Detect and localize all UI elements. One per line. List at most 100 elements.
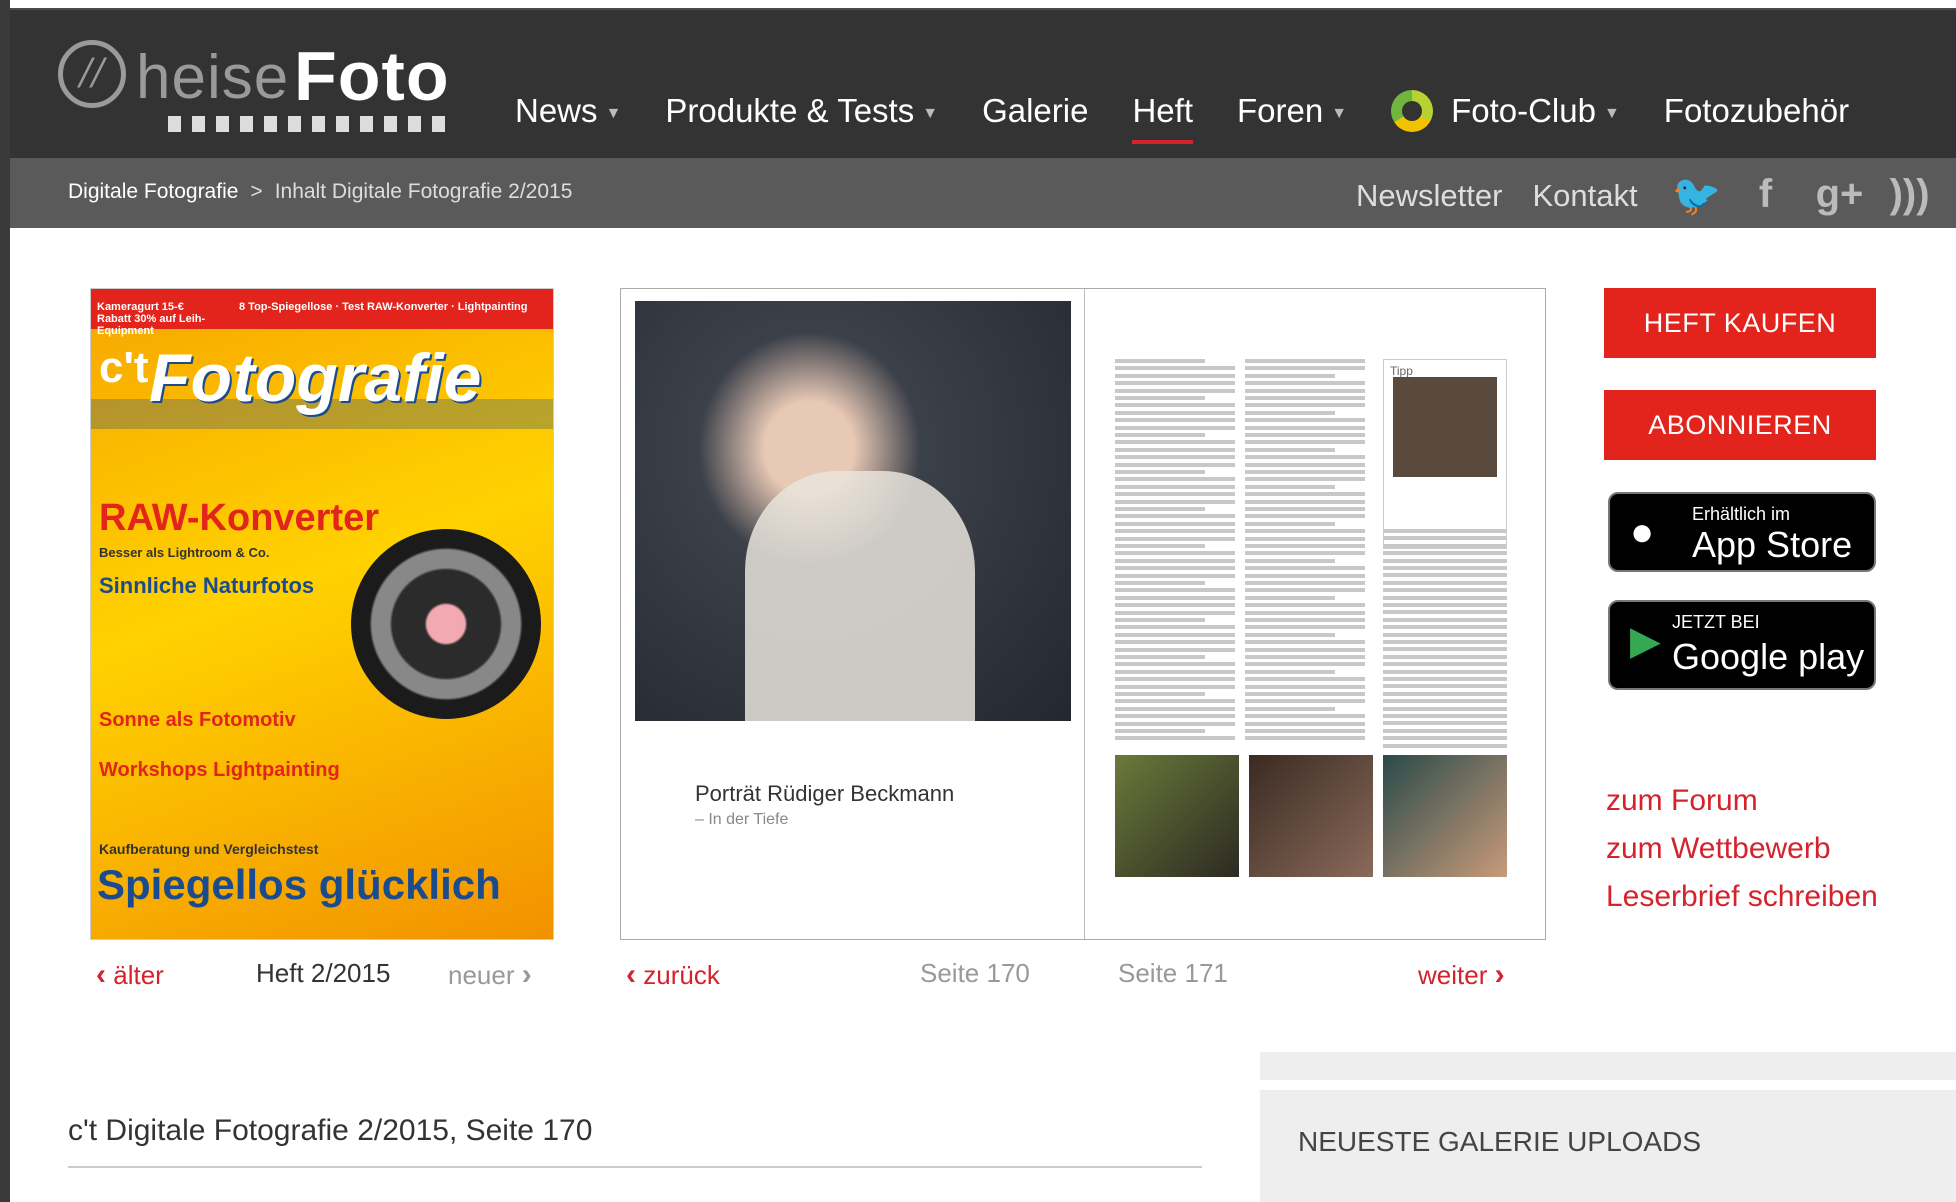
- nav-news[interactable]: News ▼: [515, 92, 621, 130]
- text-line: [1245, 470, 1365, 474]
- text-line: [1115, 425, 1235, 430]
- text-line: [1115, 573, 1235, 578]
- film-strip-icon: [168, 116, 498, 132]
- text-line: [1383, 588, 1507, 593]
- text-line: [1245, 721, 1365, 726]
- text-line: [1115, 484, 1235, 489]
- gplay-big-text: Google play: [1672, 636, 1865, 677]
- article-title: Porträt Rüdiger Beckmann: [695, 781, 955, 806]
- spread-divider: [1084, 289, 1085, 939]
- contest-link[interactable]: zum Wettbewerb: [1606, 832, 1878, 866]
- gallery-top-strip: [1260, 1052, 1956, 1080]
- text-line: [1115, 655, 1205, 659]
- app-store-badge[interactable]: ● Erhältlich im App Store: [1608, 492, 1876, 572]
- nav-produkte-tests[interactable]: Produkte & Tests ▼: [665, 92, 938, 130]
- text-line: [1115, 721, 1235, 726]
- nav-foren[interactable]: Foren ▼: [1237, 92, 1347, 130]
- chevron-left-icon: ‹: [626, 958, 636, 991]
- rss-icon[interactable]: ))): [1888, 172, 1932, 219]
- nav-galerie[interactable]: Galerie: [982, 92, 1088, 130]
- nav-foren-label: Foren: [1237, 92, 1324, 129]
- text-line: [1115, 470, 1205, 474]
- text-line: [1115, 706, 1235, 711]
- nav-foto-club[interactable]: Foto-Club ▼: [1391, 90, 1620, 132]
- sub-links: Newsletter Kontakt 🐦 f g+ ))): [1356, 172, 1932, 219]
- google-play-badge[interactable]: ▶ JETZT BEI Google play: [1608, 600, 1876, 690]
- nav-heft[interactable]: Heft: [1132, 92, 1193, 144]
- magazine-cover[interactable]: Kameragurt 15-€ Rabatt 30% auf Leih-Equi…: [90, 288, 554, 940]
- text-line: [1115, 507, 1205, 511]
- prev-page-link[interactable]: ‹ zurück: [626, 958, 720, 992]
- text-line: [1245, 529, 1365, 534]
- text-line: [1115, 373, 1235, 378]
- text-line: [1245, 433, 1365, 437]
- subscribe-button[interactable]: ABONNIEREN: [1604, 390, 1876, 460]
- text-line: [1115, 640, 1235, 645]
- nav-produkte-label: Produkte & Tests: [665, 92, 915, 129]
- heise-logo-icon: //: [58, 40, 126, 108]
- older-issue-link[interactable]: ‹ älter: [96, 958, 164, 992]
- cover-banner-left: Kameragurt 15-€ Rabatt 30% auf Leih-Equi…: [97, 301, 206, 337]
- magazine-spread[interactable]: Porträt Rüdiger Beckmann – In der Tiefe …: [620, 288, 1546, 940]
- text-line: [1115, 440, 1235, 445]
- nav-foto-club-label: Foto-Club: [1451, 92, 1596, 129]
- text-line: [1383, 625, 1507, 630]
- text-line: [1245, 425, 1365, 430]
- buy-issue-button[interactable]: HEFT KAUFEN: [1604, 288, 1876, 358]
- next-page-link[interactable]: weiter ›: [1418, 958, 1505, 992]
- text-line: [1383, 677, 1507, 681]
- text-line: [1245, 640, 1365, 645]
- text-line: [1383, 662, 1507, 667]
- text-line: [1115, 403, 1235, 408]
- cover-brand: c't: [99, 343, 149, 392]
- tipp-photo: [1393, 377, 1497, 477]
- text-line: [1115, 396, 1205, 400]
- text-line: [1115, 588, 1235, 593]
- text-line: [1245, 566, 1365, 571]
- text-line: [1245, 514, 1365, 519]
- caret-down-icon: ▼: [922, 105, 939, 122]
- social-links: 🐦 f g+ ))): [1672, 172, 1932, 219]
- text-line: [1115, 595, 1235, 600]
- text-line: [1245, 581, 1365, 585]
- breadcrumb-root[interactable]: Digitale Fotografie: [68, 180, 238, 204]
- text-line: [1245, 655, 1365, 659]
- nav-news-label: News: [515, 92, 598, 129]
- newsletter-link[interactable]: Newsletter: [1356, 178, 1502, 214]
- text-line: [1245, 477, 1365, 482]
- thumb-photo-2: [1249, 755, 1373, 877]
- next-page-label: weiter: [1418, 960, 1488, 990]
- kontakt-link[interactable]: Kontakt: [1532, 178, 1637, 214]
- page-heading: c't Digitale Fotografie 2/2015, Seite 17…: [68, 1114, 593, 1147]
- text-line: [1245, 388, 1365, 393]
- thumb-photo-1: [1115, 755, 1239, 877]
- text-line: [1115, 433, 1205, 437]
- letter-link[interactable]: Leserbrief schreiben: [1606, 880, 1878, 914]
- text-line: [1115, 544, 1205, 548]
- text-line: [1115, 692, 1205, 696]
- google-plus-icon[interactable]: g+: [1816, 172, 1864, 219]
- text-line: [1245, 455, 1365, 460]
- text-line: [1245, 440, 1365, 445]
- text-line: [1383, 551, 1507, 556]
- logo-heise-text: heise: [136, 43, 290, 112]
- text-line: [1115, 677, 1235, 682]
- main-nav: News ▼ Produkte & Tests ▼ Galerie Heft F…: [515, 90, 1849, 144]
- site-logo[interactable]: // heise Foto: [58, 36, 458, 136]
- facebook-icon[interactable]: f: [1744, 172, 1788, 219]
- chevron-left-icon: ‹: [96, 958, 106, 991]
- nav-fotozubehoer-label: Fotozubehör: [1663, 92, 1850, 129]
- tipp-label: Tipp: [1390, 364, 1413, 378]
- nav-fotozubehoer[interactable]: Fotozubehör: [1664, 92, 1849, 130]
- text-line: [1115, 699, 1235, 704]
- text-line: [1245, 536, 1365, 541]
- newer-issue-link[interactable]: neuer ›: [448, 958, 532, 992]
- text-line: [1383, 721, 1507, 726]
- text-line: [1115, 366, 1235, 371]
- text-line: [1245, 662, 1365, 667]
- twitter-icon[interactable]: 🐦: [1672, 172, 1722, 219]
- text-line: [1383, 580, 1507, 585]
- forum-link[interactable]: zum Forum: [1606, 784, 1878, 818]
- text-line: [1115, 632, 1235, 637]
- nav-galerie-label: Galerie: [982, 92, 1089, 129]
